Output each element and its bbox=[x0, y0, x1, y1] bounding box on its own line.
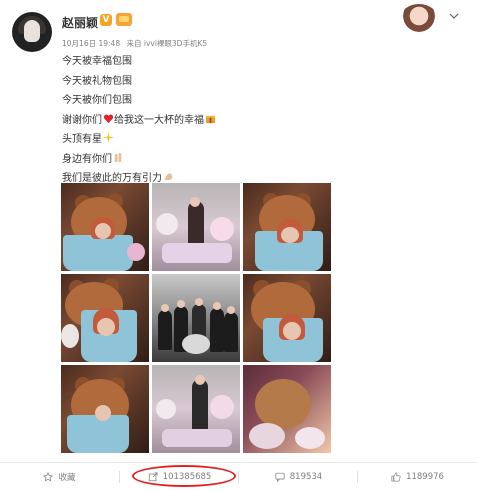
flexed-biceps-icon bbox=[164, 173, 173, 181]
post-image[interactable] bbox=[243, 274, 331, 362]
post-image[interactable] bbox=[243, 183, 331, 271]
post-meta: 10月16日 19:48 来自 ivvi裸眼3D手机K5 bbox=[62, 38, 211, 49]
sparkle-icon bbox=[103, 132, 114, 143]
post-line: 身边有你们 bbox=[62, 150, 442, 170]
heart-icon bbox=[103, 114, 114, 123]
post-line: 今天被你们包围 bbox=[62, 95, 132, 106]
thumbs-up-icon bbox=[391, 471, 401, 482]
verified-badge-icon: V bbox=[100, 14, 112, 26]
gift-icon bbox=[205, 115, 216, 123]
post-line: 今天被幸福包围 bbox=[62, 56, 132, 67]
action-bar: 收藏 101385685 819534 1189976 bbox=[0, 463, 477, 490]
comment-icon bbox=[275, 472, 285, 482]
chevron-down-icon[interactable] bbox=[448, 10, 460, 22]
like-button[interactable]: 1189976 bbox=[358, 463, 477, 490]
vip-crown-icon bbox=[116, 13, 132, 26]
post-image[interactable] bbox=[152, 365, 240, 453]
post-line: 今天被礼物包围 bbox=[62, 75, 132, 87]
post-image[interactable] bbox=[152, 274, 240, 362]
post-image[interactable] bbox=[152, 183, 240, 271]
repost-highlight-circle bbox=[132, 465, 236, 487]
author-avatar[interactable] bbox=[12, 12, 52, 52]
post-source[interactable]: 来自 ivvi裸眼3D手机K5 bbox=[126, 39, 207, 48]
comment-count: 819534 bbox=[289, 471, 323, 482]
post-image[interactable] bbox=[61, 365, 149, 453]
favorite-button[interactable]: 收藏 bbox=[0, 463, 119, 490]
weibo-post-card: 赵丽颖 V 10月16日 19:48 来自 ivvi裸眼3D手机K5 今天被幸福… bbox=[0, 0, 477, 490]
image-grid bbox=[61, 183, 340, 463]
author-name[interactable]: 赵丽颖 bbox=[62, 14, 98, 31]
post-text: 今天被幸福包围 今天被礼物包围 今天被你们包围 谢谢你们 给我这一大杯的幸福 头顶… bbox=[62, 52, 442, 189]
post-line: 谢谢你们 给我这一大杯的幸福 bbox=[62, 111, 442, 131]
favorite-label: 收藏 bbox=[58, 472, 76, 483]
avatar-face bbox=[24, 20, 40, 42]
post-image[interactable] bbox=[61, 183, 149, 271]
post-image[interactable] bbox=[243, 365, 331, 453]
current-user-avatar[interactable] bbox=[400, 4, 438, 34]
comment-button[interactable]: 819534 bbox=[239, 463, 358, 490]
star-icon bbox=[43, 471, 54, 482]
post-timestamp[interactable]: 10月16日 19:48 bbox=[62, 39, 120, 48]
post-line: 头顶有星 bbox=[62, 130, 442, 150]
crossed-fingers-icon bbox=[114, 152, 122, 162]
like-count: 1189976 bbox=[406, 471, 444, 482]
post-image[interactable] bbox=[61, 274, 149, 362]
